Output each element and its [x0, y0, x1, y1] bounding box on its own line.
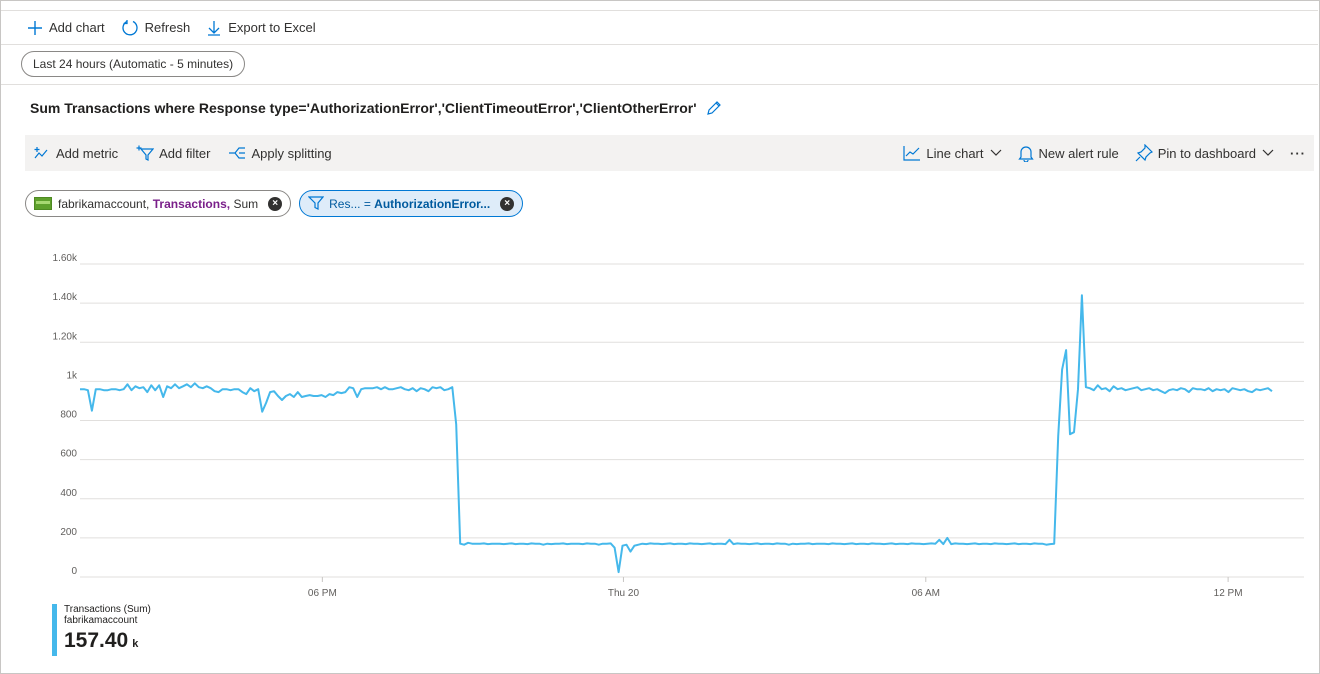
splitting-icon [229, 147, 246, 159]
chart-title-text: Sum Transactions where Response type='Au… [30, 100, 697, 116]
y-tick-label: 0 [71, 566, 77, 577]
refresh-label: Refresh [144, 20, 191, 35]
metrics-line-chart[interactable]: 1.60k 1.40k 1.20k 1k 800 600 400 200 0 06 PM Thu 2… [0, 240, 1320, 600]
refresh-button[interactable]: Refresh [121, 19, 191, 37]
add-filter-button[interactable]: Add filter [136, 145, 210, 161]
storage-account-icon [34, 197, 52, 210]
legend-text: Transactions (Sum) fabrikamaccount 157.4… [64, 604, 151, 656]
line-chart-icon [903, 146, 921, 161]
pin-to-dashboard-label: Pin to dashboard [1157, 145, 1256, 161]
pin-icon [1135, 144, 1153, 162]
y-tick-label: 800 [60, 410, 77, 421]
series-line-transactions[interactable] [80, 294, 1273, 574]
add-metric-button[interactable]: Add metric [33, 145, 118, 161]
metric-pill-metric: Transactions, [152, 196, 231, 211]
export-excel-label: Export to Excel [228, 20, 316, 35]
filter-icon [308, 196, 325, 210]
metric-pill-aggregation: Sum [233, 196, 259, 211]
plus-icon [28, 20, 42, 35]
metric-filter-pills: fabrikamaccount, Transactions, Sum × Res… [25, 190, 531, 217]
export-excel-button[interactable]: Export to Excel [206, 20, 316, 36]
chart-title: Sum Transactions where Response type='Au… [30, 100, 722, 116]
apply-splitting-label: Apply splitting [251, 145, 332, 161]
new-alert-rule-button[interactable]: New alert rule [1017, 144, 1119, 162]
legend-total-unit: k [132, 638, 139, 650]
chart-legend[interactable]: Transactions (Sum) fabrikamaccount 157.4… [52, 604, 151, 656]
filter-pill-key: Res... = [329, 196, 371, 211]
add-chart-button[interactable]: Add chart [27, 20, 105, 36]
download-icon [208, 20, 221, 36]
line-chart-dropdown[interactable]: Line chart [903, 145, 1001, 161]
metric-pill-account: fabrikamaccount, [58, 196, 150, 211]
add-filter-icon [136, 145, 155, 161]
x-tick-label: 12 PM [1214, 588, 1243, 599]
x-tick-label: 06 AM [912, 588, 940, 599]
legend-series-color [52, 604, 57, 656]
filter-pill[interactable]: Res... = AuthorizationError... × [299, 190, 524, 217]
y-tick-label: 200 [60, 527, 77, 538]
add-filter-label: Add filter [159, 145, 211, 161]
chevron-down-icon [990, 149, 1001, 156]
x-tick-label: Thu 20 [608, 588, 640, 599]
y-tick-label: 1.40k [53, 292, 78, 303]
y-tick-label: 1.60k [53, 253, 78, 264]
metric-pill[interactable]: fabrikamaccount, Transactions, Sum × [25, 190, 292, 217]
main-toolbar: Add chart Refresh Export to Excel [1, 10, 1318, 45]
add-metric-icon [34, 147, 48, 159]
apply-splitting-button[interactable]: Apply splitting [228, 145, 332, 161]
pin-to-dashboard-dropdown[interactable]: Pin to dashboard [1135, 144, 1274, 162]
chevron-down-icon [1262, 149, 1274, 156]
legend-total-value: 157.40 [64, 629, 129, 652]
y-tick-label: 1.20k [53, 331, 78, 342]
new-alert-rule-label: New alert rule [1038, 145, 1119, 161]
remove-metric-close-icon[interactable]: × [268, 196, 283, 211]
y-tick-label: 1k [66, 370, 78, 381]
legend-series-name: Transactions (Sum) [64, 604, 151, 615]
x-tick-label: 06 PM [308, 588, 337, 599]
refresh-icon [122, 19, 138, 35]
add-metric-label: Add metric [56, 145, 119, 161]
add-chart-label: Add chart [49, 20, 105, 35]
remove-filter-close-icon[interactable]: × [500, 196, 515, 211]
line-chart-label: Line chart [926, 145, 984, 161]
edit-pencil-icon[interactable] [706, 100, 722, 116]
legend-total: 157.40 k [64, 629, 151, 653]
filter-pill-value: AuthorizationError... [374, 196, 491, 211]
chart-command-bar: Add metric Add filter Apply splitting Li… [25, 135, 1314, 171]
bell-icon [1017, 146, 1034, 162]
y-tick-label: 600 [60, 449, 77, 460]
time-range-picker[interactable]: Last 24 hours (Automatic - 5 minutes) [21, 51, 246, 77]
legend-resource-name: fabrikamaccount [64, 615, 138, 626]
more-options-button[interactable]: ··· [1290, 146, 1306, 161]
y-tick-label: 400 [60, 488, 77, 499]
time-range-bar: Last 24 hours (Automatic - 5 minutes) [1, 45, 1318, 85]
